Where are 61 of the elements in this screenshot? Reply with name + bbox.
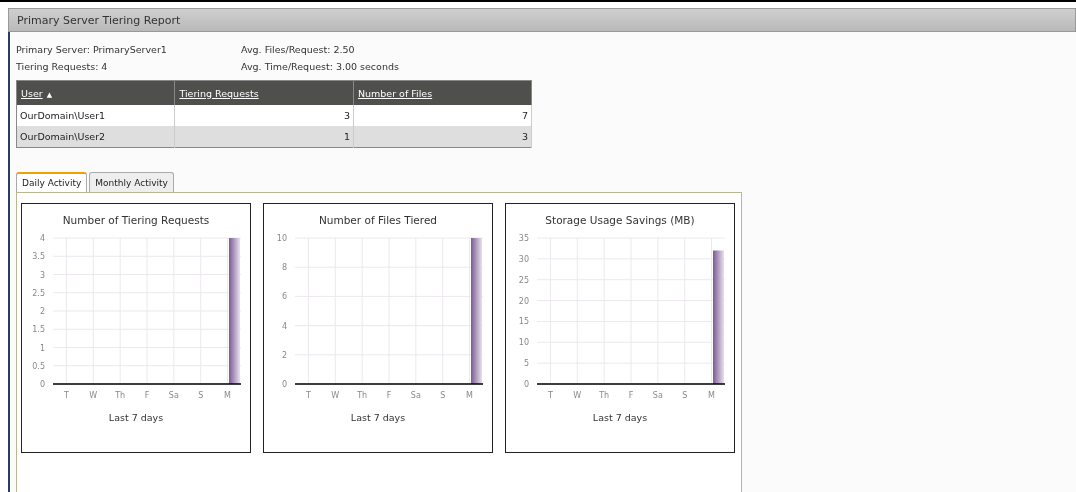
x-tick-label: W [89,391,98,400]
table-cell: 3 [353,126,532,148]
chart-title: Number of Tiering Requests [62,214,210,226]
x-tick-label: Th [357,391,368,400]
y-tick-label: 0 [281,380,287,389]
x-tick-label: M [466,391,473,400]
y-tick-label: 10 [518,338,529,348]
summary-text: Avg. Files/Request: 2.50 [241,44,356,55]
y-tick-label: 2 [39,307,45,316]
window-title: Primary Server Tiering Report [17,13,181,27]
x-tick-label: T [64,391,69,400]
summary-text: Tiering Requests: 4 [16,61,109,72]
y-tick-label: 0 [523,380,529,389]
y-tick-label: 1 [39,343,45,353]
x-tick-label: Th [599,391,610,400]
x-tick-label: M [224,391,231,400]
y-tick-label: 15 [518,317,529,327]
column-header-link[interactable]: User [21,87,43,99]
table-cell: 1 [174,126,354,148]
x-tick-label: S [682,391,688,400]
x-tick-label: F [386,391,392,400]
y-tick-label: 3 [39,270,45,280]
x-tick-label: F [144,391,150,400]
x-tick-label: T [306,391,311,400]
y-tick-label: 2.5 [32,288,45,298]
x-tick-label: Sa [652,391,663,400]
x-tick-label: W [331,391,340,400]
y-tick-label: 35 [518,234,529,243]
y-tick-label: 0.5 [32,361,45,371]
x-axis-label: Last 7 days [592,412,648,423]
x-axis-label: Last 7 days [350,412,406,423]
y-tick-label: 5 [523,359,529,369]
x-tick-label: Sa [410,391,421,400]
x-tick-label: W [573,391,582,400]
y-tick-label: 2 [281,350,287,360]
x-axis-label: Last 7 days [108,412,164,423]
summary-text: Primary Server: PrimaryServer1 [16,44,168,55]
x-tick-label: S [198,391,204,400]
y-tick-label: 6 [281,292,287,302]
x-tick-label: F [628,391,634,400]
summary-text: Avg. Time/Request: 3.00 seconds [241,61,400,72]
x-tick-label: Sa [168,391,179,400]
chart-title: Storage Usage Savings (MB) [545,214,695,226]
y-tick-label: 4 [281,321,287,331]
y-tick-label: 10 [276,234,287,243]
y-tick-label: 30 [518,254,529,264]
y-tick-label: 8 [281,263,287,273]
tab[interactable]: Monthly Activity [89,172,174,192]
tab[interactable]: Daily Activity [16,172,88,192]
table-cell: OurDomain\User2 [16,126,175,148]
y-tick-label: 3.5 [32,252,45,262]
y-tick-label: 25 [518,275,529,285]
y-tick-label: 4 [39,234,45,243]
y-tick-label: 20 [518,296,529,306]
y-tick-label: 0 [39,380,45,389]
x-tick-label: S [440,391,446,400]
x-tick-label: Th [115,391,126,400]
x-tick-label: M [708,391,715,400]
x-tick-label: T [548,391,553,400]
y-tick-label: 1.5 [32,325,45,335]
chart-title: Number of Files Tiered [318,214,437,226]
